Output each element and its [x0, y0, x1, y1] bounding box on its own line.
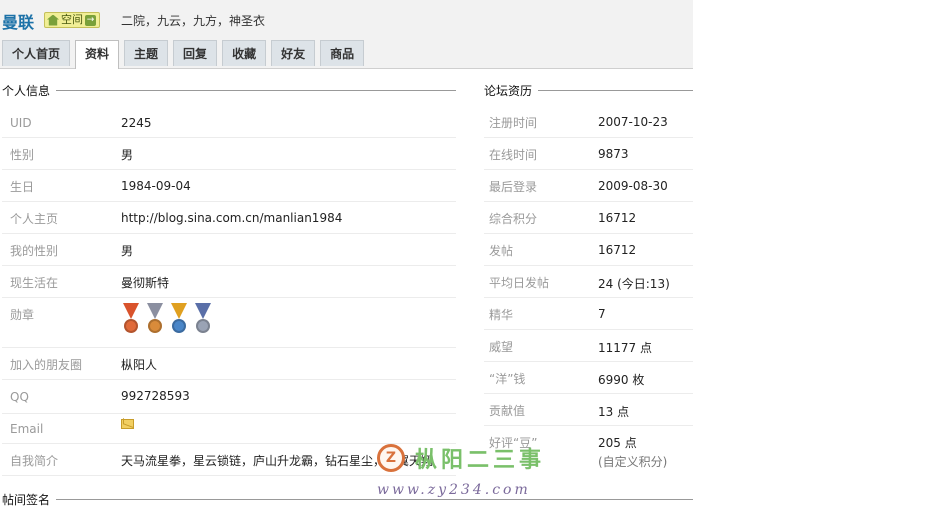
row-value: 992728593	[121, 389, 190, 403]
stat-note: (自定义积分)	[598, 455, 668, 469]
row-value: 1984-09-04	[121, 179, 191, 193]
personal-info-heading: 个人信息	[2, 82, 456, 99]
stat-value: 9873	[598, 147, 629, 161]
stat-row: “洋”钱 6990 枚	[484, 362, 693, 394]
signature-title: 帖间签名	[2, 493, 51, 507]
medal-icon[interactable]	[145, 303, 165, 337]
info-row-location: 现生活在 曼彻斯特	[2, 266, 456, 298]
row-label: 性别	[10, 148, 35, 162]
stat-label: 威望	[489, 340, 514, 354]
row-value: 男	[121, 148, 134, 162]
stat-label: 综合积分	[489, 212, 538, 226]
row-label: 勋章	[10, 308, 35, 322]
row-label: 我的性别	[10, 244, 59, 258]
stat-value: 2007-10-23	[598, 115, 668, 129]
tab-goods[interactable]: 商品	[320, 40, 365, 66]
stat-row: 在线时间 9873	[484, 138, 693, 170]
row-value: 曼彻斯特	[121, 276, 170, 290]
watermark-logo-icon: Z	[377, 444, 405, 472]
forum-record-heading: 论坛资历	[484, 82, 693, 99]
tab-topics[interactable]: 主题	[124, 40, 169, 66]
row-label: Email	[10, 422, 44, 436]
stat-value: 2009-08-30	[598, 179, 668, 193]
friend-circle-link[interactable]: 枞阳人	[121, 356, 157, 373]
info-row-my-gender: 我的性别 男	[2, 234, 456, 266]
watermark-url: www.zy234.com	[377, 482, 531, 498]
stat-row: 注册时间 2007-10-23	[484, 106, 693, 138]
stat-label: 注册时间	[489, 116, 538, 130]
info-row-qq: QQ 992728593	[2, 380, 456, 414]
watermark-text: 枞阳二三事	[415, 447, 546, 473]
tab-replies[interactable]: 回复	[173, 40, 218, 66]
stat-row: 精华 7	[484, 298, 693, 330]
stat-value: 7	[598, 307, 606, 321]
site-watermark: Z 枞阳二三事 www.zy234.com	[377, 444, 577, 504]
info-row-medals: 勋章	[2, 298, 456, 348]
stat-value: 16712	[598, 243, 637, 257]
row-label: 现生活在	[10, 276, 59, 290]
stat-value: 205 点	[598, 436, 637, 450]
tab-friends[interactable]: 好友	[271, 40, 316, 66]
info-row-uid: UID 2245	[2, 108, 456, 138]
user-tagline: 二院，九云，九方，神圣衣	[121, 14, 266, 28]
stat-value: 13 点	[598, 405, 630, 419]
row-label: UID	[10, 116, 32, 130]
stat-label: 精华	[489, 308, 514, 322]
row-label: 自我简介	[10, 454, 59, 468]
info-row-gender: 性别 男	[2, 138, 456, 170]
stat-row: 发帖 16712	[484, 234, 693, 266]
divider	[538, 90, 693, 91]
info-row-homepage: 个人主页 http://blog.sina.com.cn/manlian1984	[2, 202, 456, 234]
stat-value: 16712	[598, 211, 637, 225]
medal-icon[interactable]	[193, 303, 213, 337]
stat-row: 贡献值 13 点	[484, 394, 693, 426]
home-icon	[47, 14, 59, 26]
stat-row: 平均日发帖 24 (今日:13)	[484, 266, 693, 298]
divider	[56, 90, 456, 91]
arrow-right-icon: →	[85, 14, 96, 26]
stat-value: 6990 枚	[598, 373, 645, 387]
row-label: QQ	[10, 390, 29, 404]
personal-info-title: 个人信息	[2, 84, 51, 98]
stat-row: 综合积分 16712	[484, 202, 693, 234]
row-label: 个人主页	[10, 212, 59, 226]
profile-tabs: 个人首页 资料 主题 回复 收藏 好友 商品	[2, 40, 365, 69]
medal-icon[interactable]	[121, 303, 141, 337]
forum-record-title: 论坛资历	[484, 84, 533, 98]
row-label: 加入的朋友圈	[10, 358, 83, 372]
medal-icon[interactable]	[169, 303, 189, 337]
stat-label: 发帖	[489, 244, 514, 258]
profile-header: 曼联 空间 → 二院，九云，九方，神圣衣 个人首页 资料 主题 回复 收藏 好友…	[0, 0, 693, 69]
space-label: 空间	[61, 13, 83, 26]
stat-label: 贡献值	[489, 404, 526, 418]
stat-row: 威望 11177 点	[484, 330, 693, 362]
mail-icon[interactable]	[121, 418, 134, 432]
row-label: 生日	[10, 180, 35, 194]
medal-list	[121, 303, 213, 337]
stat-label: “洋”钱	[489, 372, 526, 386]
info-row-friend-circle: 加入的朋友圈 枞阳人	[2, 348, 456, 380]
tab-profile[interactable]: 资料	[75, 40, 120, 69]
row-value: 男	[121, 244, 134, 258]
stat-label: 在线时间	[489, 148, 538, 162]
info-row-birthday: 生日 1984-09-04	[2, 170, 456, 202]
stat-label: 最后登录	[489, 180, 538, 194]
stat-value: 24 (今日:13)	[598, 277, 670, 291]
stat-label: 平均日发帖	[489, 276, 550, 290]
divider	[56, 499, 693, 500]
info-row-email: Email	[2, 414, 456, 444]
tab-home[interactable]: 个人首页	[2, 40, 71, 66]
signature-heading: 帖间签名	[2, 491, 693, 508]
homepage-link[interactable]: http://blog.sina.com.cn/manlian1984	[121, 211, 342, 225]
tab-favorites[interactable]: 收藏	[222, 40, 267, 66]
stat-row: 最后登录 2009-08-30	[484, 170, 693, 202]
space-link[interactable]: 空间 →	[44, 12, 100, 28]
stat-value: 11177 点	[598, 341, 652, 355]
row-value: 2245	[121, 116, 152, 130]
username[interactable]: 曼联	[2, 9, 34, 33]
